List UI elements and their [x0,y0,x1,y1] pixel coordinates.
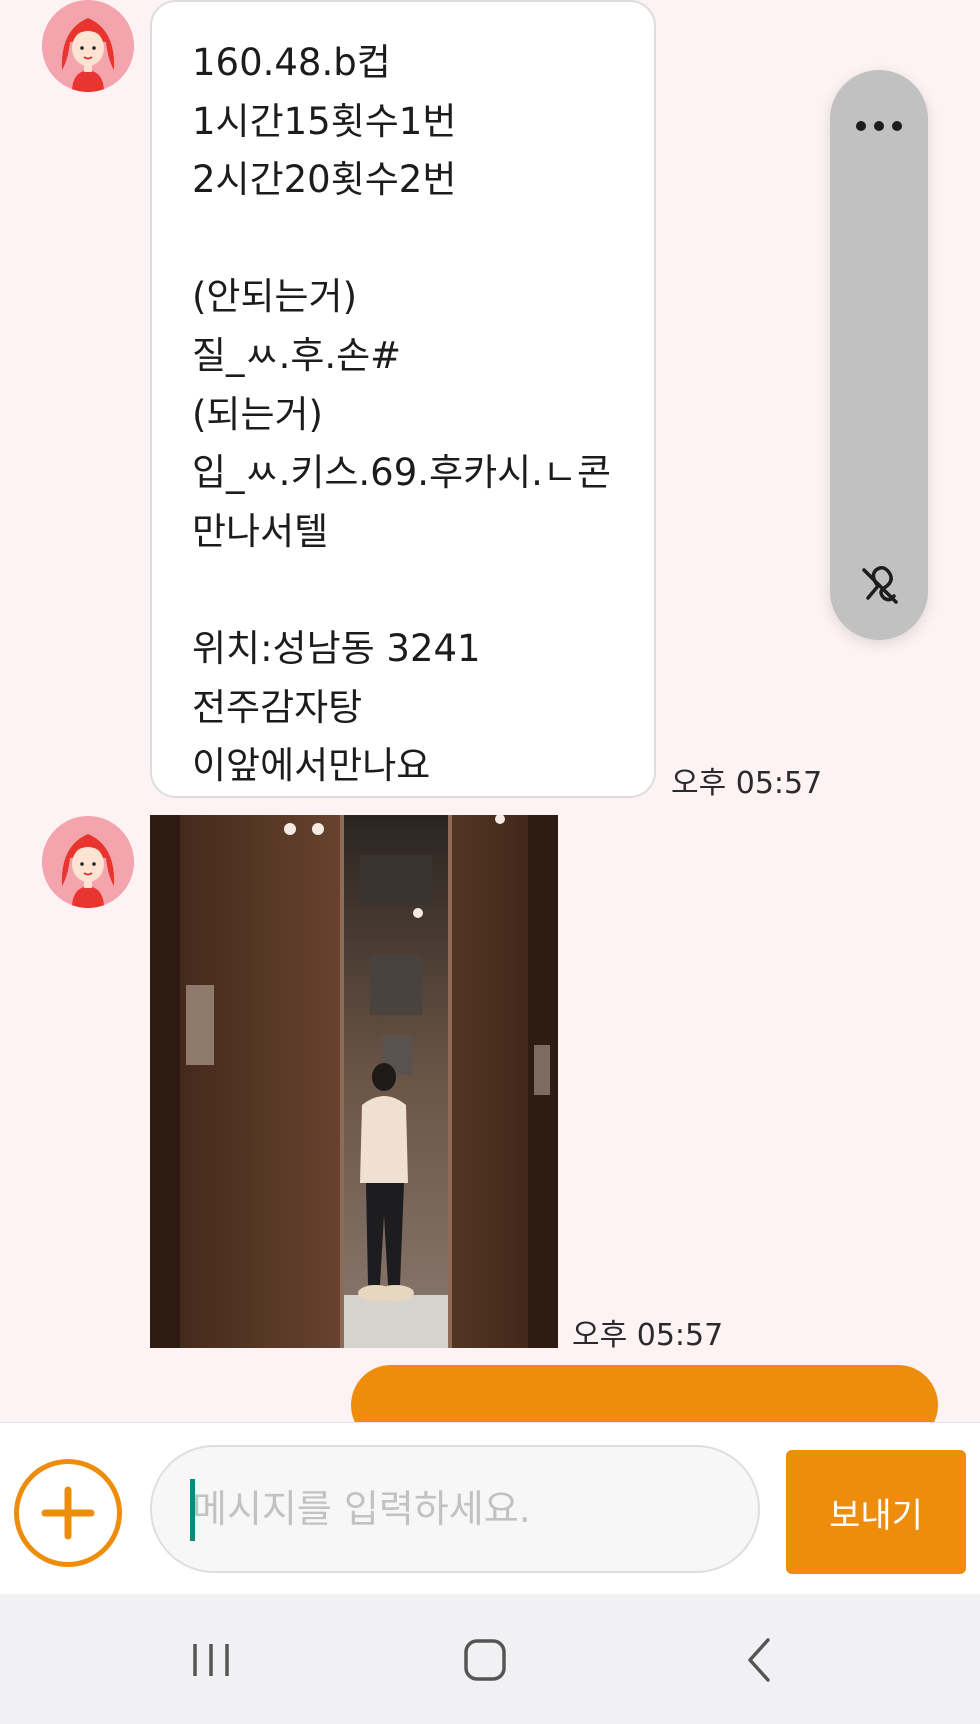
avatar-girl-icon [42,0,134,92]
message-line: 입_ㅆ.키스.69.후카시.ㄴ콘 [192,451,611,495]
text-caret [190,1479,195,1541]
message-input-bar: 보내기 [0,1422,980,1594]
floating-panel[interactable] [830,70,928,640]
message-timestamp: 오후 05:57 [671,766,823,801]
attach-button[interactable] [14,1459,122,1567]
plus-circle-icon [41,1486,95,1540]
chat-area[interactable]: 160.48.b컵 1시간15횟수1번 2시간20횟수2번 (안되는거) 질_ㅆ… [0,0,980,1422]
send-button[interactable]: 보내기 [786,1450,966,1574]
back-icon[interactable] [730,1630,790,1690]
message-line: (되는거) [192,392,323,436]
avatar-girl-icon [42,816,134,908]
unpin-icon[interactable] [854,560,904,610]
message-bubble[interactable]: 160.48.b컵 1시간15횟수1번 2시간20횟수2번 (안되는거) 질_ㅆ… [150,0,656,798]
home-icon[interactable] [455,1630,515,1690]
photo-message[interactable] [150,815,558,1348]
system-navigation-bar [0,1594,980,1724]
message-line [192,561,616,620]
message-line: 2시간20횟수2번 [192,158,457,202]
message-line: 질_ㅆ.후.손# [192,333,402,377]
message-line: 전주감자탕 [192,685,363,729]
message-line: 만나서텔 [192,509,329,553]
elevator-photo [150,815,558,1348]
message-line: 1시간15횟수1번 [192,99,457,143]
message-line: 160.48.b컵 [192,41,391,84]
sent-message-bubble[interactable] [351,1365,938,1422]
message-line: 이앞에서만나요 [192,744,431,788]
message-input[interactable] [150,1445,760,1573]
sender-avatar[interactable] [42,816,134,908]
message-line: 위치:성남동 3241 [192,626,481,670]
message-line [192,210,616,269]
recent-apps-icon[interactable] [181,1630,241,1690]
message-line: (안되는거) [192,275,358,319]
sender-avatar[interactable] [42,0,134,92]
message-timestamp: 오후 05:57 [572,1318,724,1353]
more-dots-icon[interactable] [830,106,928,146]
